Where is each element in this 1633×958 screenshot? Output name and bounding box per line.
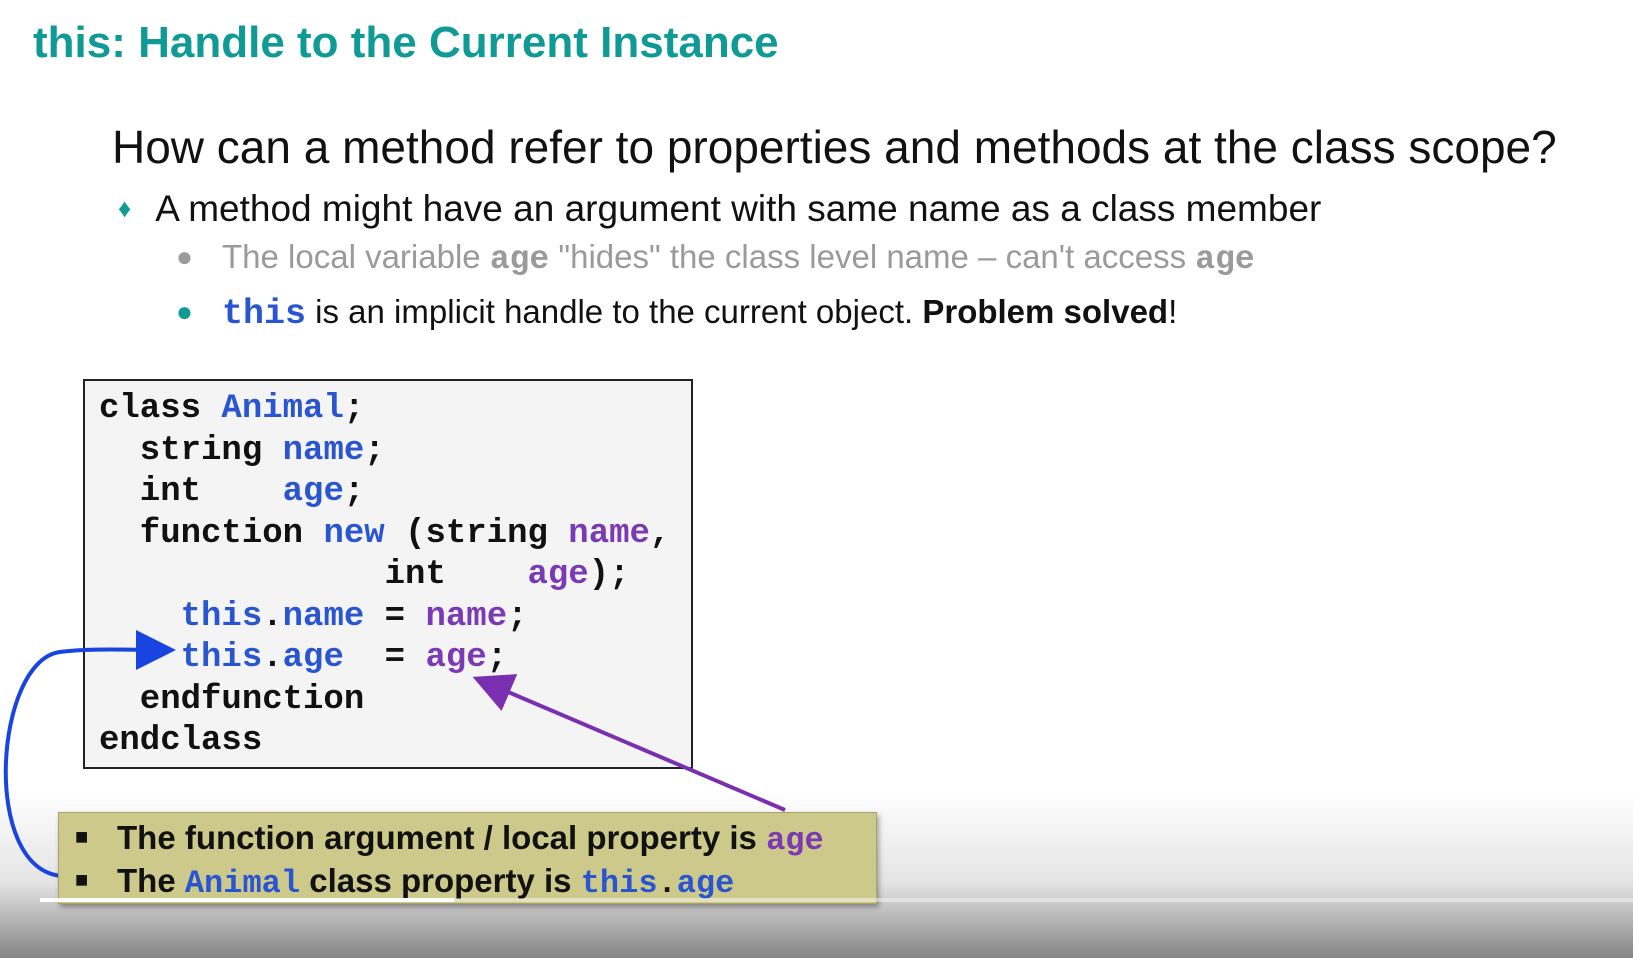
note-line2-code-b: this (580, 865, 658, 902)
note-line2-code-a: Animal (184, 865, 301, 902)
purple-arrow (472, 674, 786, 812)
square-bullet-icon: ■ (75, 867, 89, 892)
note-line2-text-b: class property is (300, 862, 581, 899)
video-progress-fill (40, 898, 455, 902)
note-line1-code: age (766, 822, 824, 859)
square-bullet-icon: ■ (75, 824, 89, 849)
note-line-1: ■ The function argument / local property … (75, 819, 824, 859)
note-line2-code-c: . (657, 865, 677, 902)
video-progress-bar[interactable] (40, 898, 1633, 902)
note-line1-text: The function argument / local property i… (117, 819, 767, 856)
note-line2-text-a: The (117, 862, 185, 899)
note-line2-code-d: age (676, 865, 735, 902)
note-line-2: ■ The Animal class property is this.age (75, 862, 734, 902)
callout-note: ■ The function argument / local property … (58, 812, 877, 904)
